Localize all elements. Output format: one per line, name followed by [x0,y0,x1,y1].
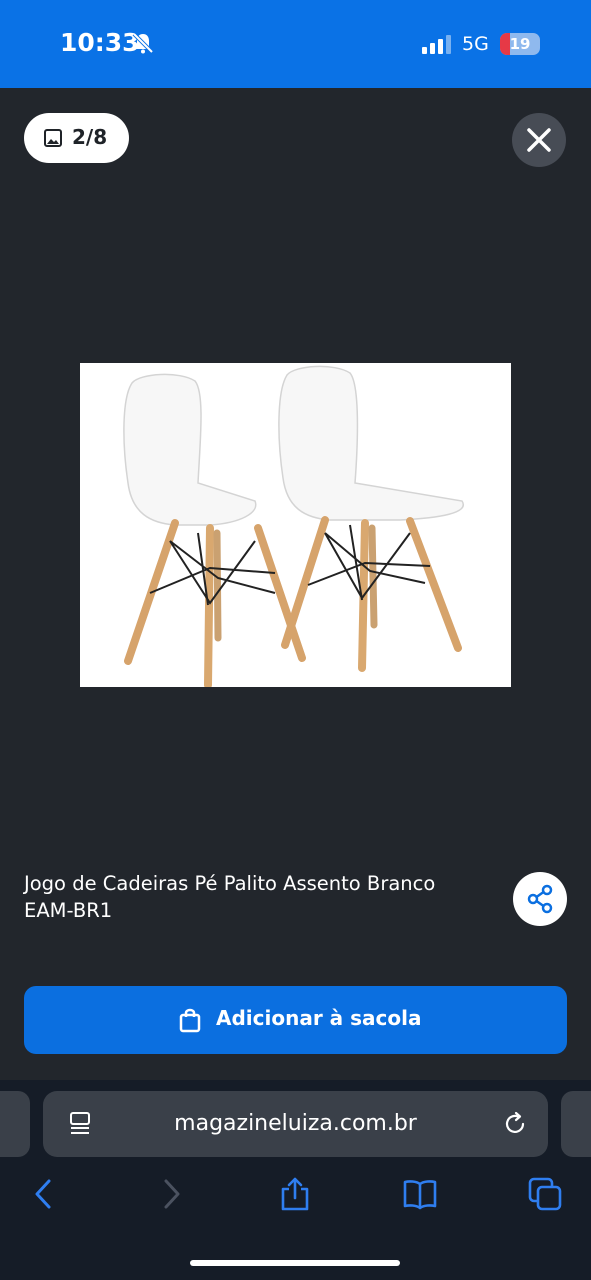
chair-right [278,365,465,672]
product-title: Jogo de Cadeiras Pé Palito Assento Branc… [24,872,436,922]
reload-icon[interactable] [503,1111,529,1137]
share-icon [527,884,553,914]
image-icon [44,129,62,147]
network-type: 5G [462,33,489,55]
shopping-bag-icon [179,1008,201,1033]
share-button[interactable] [513,872,567,926]
browser-bar: magazineluiza.com.br [0,1080,591,1280]
url-text: magazineluiza.com.br [174,1111,417,1136]
previous-tab-peek[interactable] [0,1091,30,1157]
product-image[interactable] [80,363,511,689]
address-bar[interactable]: magazineluiza.com.br [43,1091,548,1157]
next-tab-peek[interactable] [561,1091,591,1157]
home-indicator [190,1260,400,1266]
bell-muted-icon [132,32,154,54]
battery-indicator: 19 [500,33,540,55]
close-icon [527,128,551,152]
chairs-illustration [123,365,465,689]
add-to-bag-label: Adicionar à sacola [216,1006,422,1030]
chair-left [123,373,306,689]
battery-percent: 19 [509,35,531,53]
forward-icon[interactable] [153,1176,189,1212]
bookmarks-icon[interactable] [402,1176,438,1212]
signal-icon [422,35,451,54]
status-time: 10:33 [60,28,140,57]
status-bar: 10:33 5G 19 [0,0,591,88]
tabs-icon[interactable] [527,1176,563,1212]
close-button[interactable] [512,113,566,167]
image-counter-text: 2/8 [72,125,108,149]
share-sheet-icon[interactable] [277,1176,313,1212]
image-counter: 2/8 [24,113,129,163]
add-to-bag-button[interactable]: Adicionar à sacola [24,986,567,1054]
back-icon[interactable] [26,1176,62,1212]
